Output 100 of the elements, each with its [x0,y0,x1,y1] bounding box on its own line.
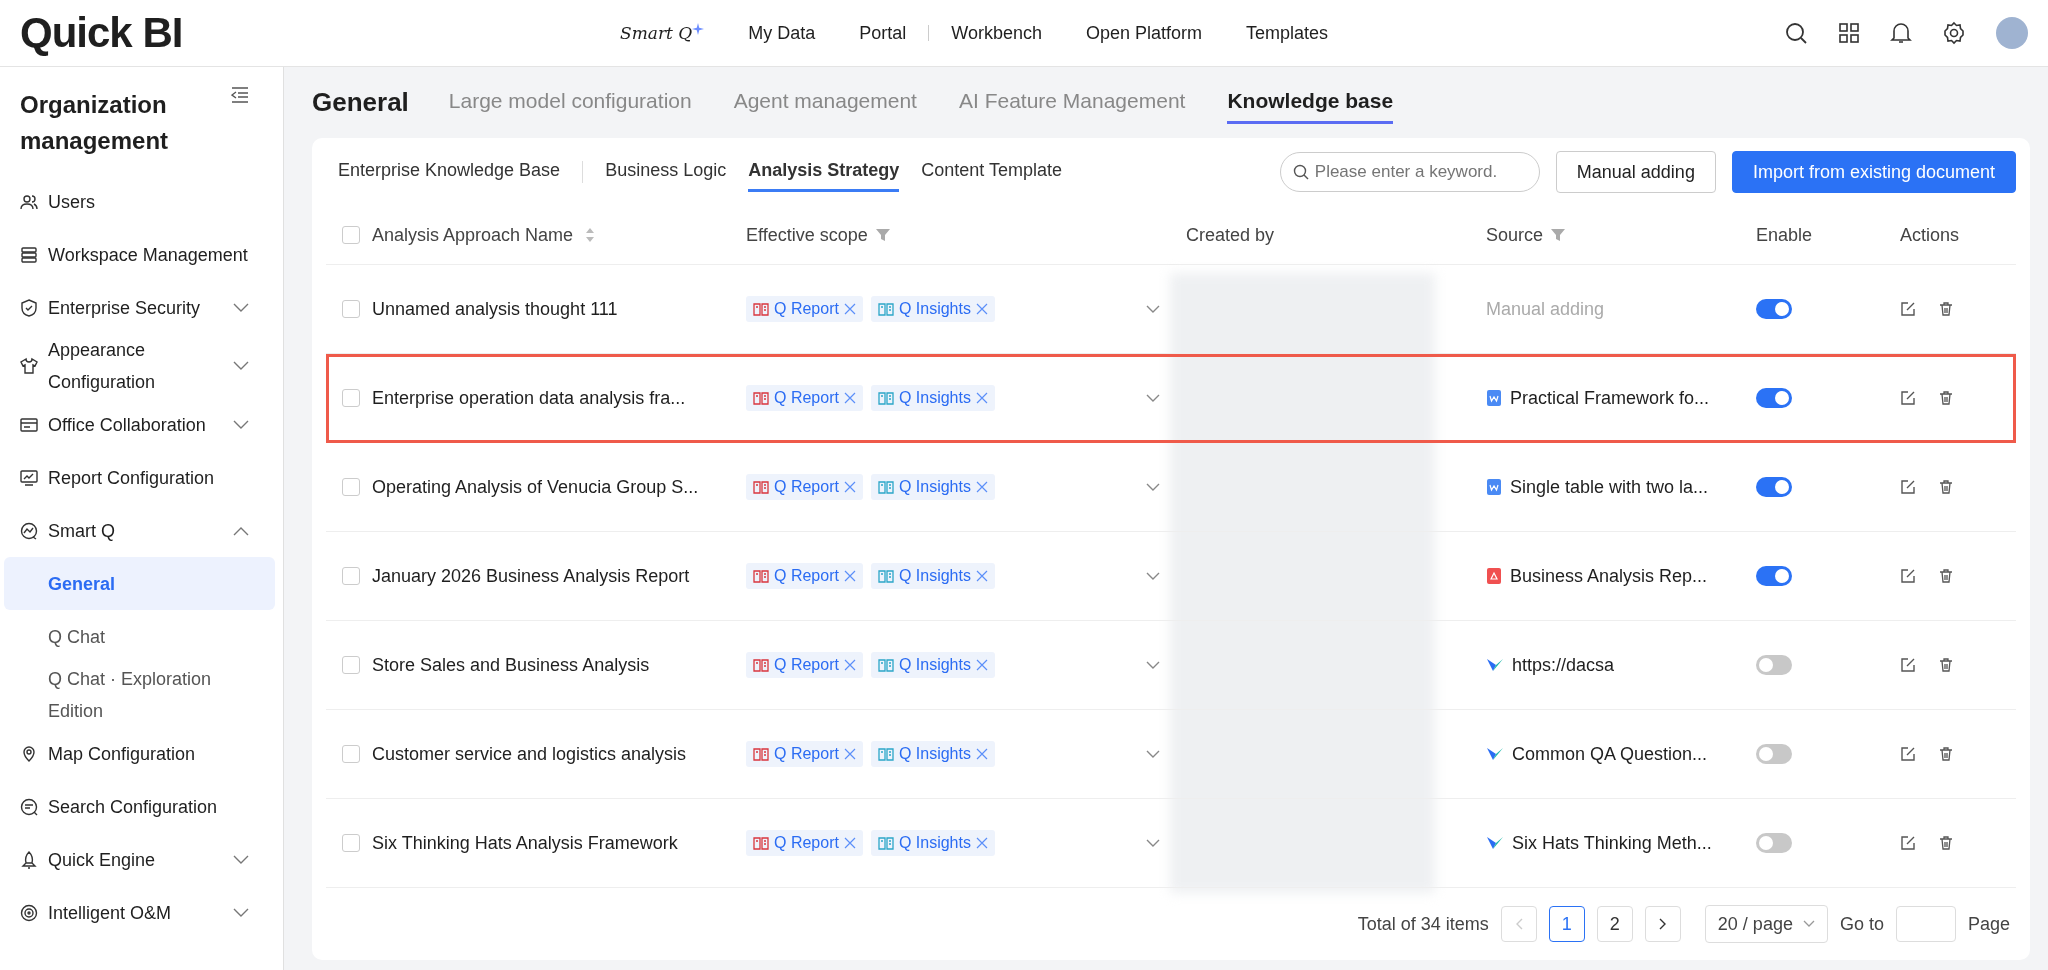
delete-icon[interactable] [1938,390,1954,406]
remove-icon[interactable] [843,837,856,849]
avatar[interactable] [1996,17,2028,49]
chevron-icon[interactable] [1146,661,1160,669]
remove-icon[interactable] [975,303,988,315]
delete-icon[interactable] [1938,746,1954,762]
next-page-button[interactable] [1644,906,1681,942]
sort-icon[interactable] [585,227,596,243]
sub-tab[interactable]: Business Logic [605,152,727,192]
sub-tab[interactable]: Content Template [921,152,1063,192]
nav-link[interactable]: Open Platform [1086,22,1203,44]
checkbox[interactable] [342,834,360,852]
chevron-icon[interactable] [233,361,249,371]
chevron-icon[interactable] [233,419,249,430]
sidebar-item[interactable]: Intelligent O&M [4,886,275,939]
page-button[interactable]: 1 [1548,906,1585,942]
smart-q-link[interactable]: Smart Q [620,23,705,43]
sidebar-item[interactable]: Users [4,175,275,228]
remove-icon[interactable] [975,659,988,671]
sub-tab[interactable]: Enterprise Knowledge Base [338,152,561,192]
remove-icon[interactable] [975,392,988,404]
sidebar-item[interactable]: Workspace Management [4,228,275,281]
nav-link[interactable]: My Data [748,22,816,44]
remove-icon[interactable] [975,748,988,760]
edit-icon[interactable] [1900,479,1916,495]
page-size-select[interactable]: 20 / page [1704,905,1828,943]
checkbox[interactable] [342,656,360,674]
checkbox[interactable] [342,300,360,318]
chevron-icon[interactable] [1146,839,1160,847]
chevron-icon[interactable] [233,302,249,313]
sub-tab[interactable]: Analysis Strategy [748,152,900,192]
remove-icon[interactable] [843,748,856,760]
remove-icon[interactable] [843,570,856,582]
apps-grid-icon[interactable] [1838,22,1860,44]
page-button[interactable]: 2 [1596,906,1633,942]
edit-icon[interactable] [1900,657,1916,673]
chevron-icon[interactable] [233,854,249,865]
checkbox[interactable] [342,389,360,407]
enable-toggle[interactable] [1756,388,1792,408]
sidebar-item[interactable]: Smart Q [4,504,275,557]
page-number-field[interactable] [1895,906,1956,942]
chevron-icon[interactable] [1146,572,1160,580]
sidebar-item[interactable]: Map Configuration [4,727,275,780]
chevron-icon[interactable] [1146,394,1160,402]
nav-link[interactable]: Portal [859,22,907,44]
remove-icon[interactable] [843,659,856,671]
remove-icon[interactable] [843,303,856,315]
checkbox[interactable] [342,226,360,244]
delete-icon[interactable] [1938,479,1954,495]
sidebar-item[interactable]: Enterprise Security [4,281,275,334]
page-tab[interactable]: Knowledge base [1227,81,1394,124]
edit-icon[interactable] [1900,568,1916,584]
filter-icon[interactable] [875,228,890,242]
remove-icon[interactable] [843,481,856,493]
enable-toggle[interactable] [1756,299,1792,319]
chevron-icon[interactable] [1146,750,1160,758]
settings-icon[interactable] [1942,21,1966,45]
chevron-icon[interactable] [233,907,249,918]
filter-icon[interactable] [1551,228,1566,242]
chevron-icon[interactable] [1146,483,1160,491]
chevron-icon[interactable] [233,525,249,536]
enable-toggle[interactable] [1756,655,1792,675]
sidebar-item[interactable]: Office Collaboration [4,398,275,451]
sidebar-item[interactable]: Appearance Configuration [4,334,275,398]
delete-icon[interactable] [1938,835,1954,851]
search-icon[interactable] [1784,21,1808,45]
checkbox[interactable] [342,745,360,763]
edit-icon[interactable] [1900,301,1916,317]
manual-adding-button[interactable]: Manual adding [1555,151,1716,193]
sidebar-item[interactable]: Search Configuration [4,780,275,833]
nav-link[interactable]: Templates [1246,22,1329,44]
sidebar-item[interactable]: Report Configuration [4,451,275,504]
sidebar-subitem[interactable]: Q Chat [4,610,275,663]
checkbox[interactable] [342,478,360,496]
remove-icon[interactable] [975,837,988,849]
delete-icon[interactable] [1938,301,1954,317]
enable-toggle[interactable] [1756,477,1792,497]
checkbox[interactable] [342,567,360,585]
bell-icon[interactable] [1890,21,1912,45]
import-button[interactable]: Import from existing document [1731,151,2016,193]
sidebar-item[interactable]: Quick Engine [4,833,275,886]
enable-toggle[interactable] [1756,833,1792,853]
collapse-menu-icon[interactable] [231,87,249,103]
logo[interactable]: Quick BI [20,9,620,57]
edit-icon[interactable] [1900,746,1916,762]
edit-icon[interactable] [1900,835,1916,851]
enable-toggle[interactable] [1756,566,1792,586]
edit-icon[interactable] [1900,390,1916,406]
enable-toggle[interactable] [1756,744,1792,764]
sidebar-subitem[interactable]: Q Chat · Exploration Edition [4,663,275,727]
chevron-icon[interactable] [1146,305,1160,313]
delete-icon[interactable] [1938,568,1954,584]
sidebar-subitem[interactable]: General [4,557,275,610]
insights-book-icon [877,390,894,406]
search-field[interactable]: Please enter a keyword. [1279,152,1540,192]
nav-link[interactable]: Workbench [951,22,1042,44]
remove-icon[interactable] [975,481,988,493]
delete-icon[interactable] [1938,657,1954,673]
remove-icon[interactable] [843,392,856,404]
remove-icon[interactable] [975,570,988,582]
